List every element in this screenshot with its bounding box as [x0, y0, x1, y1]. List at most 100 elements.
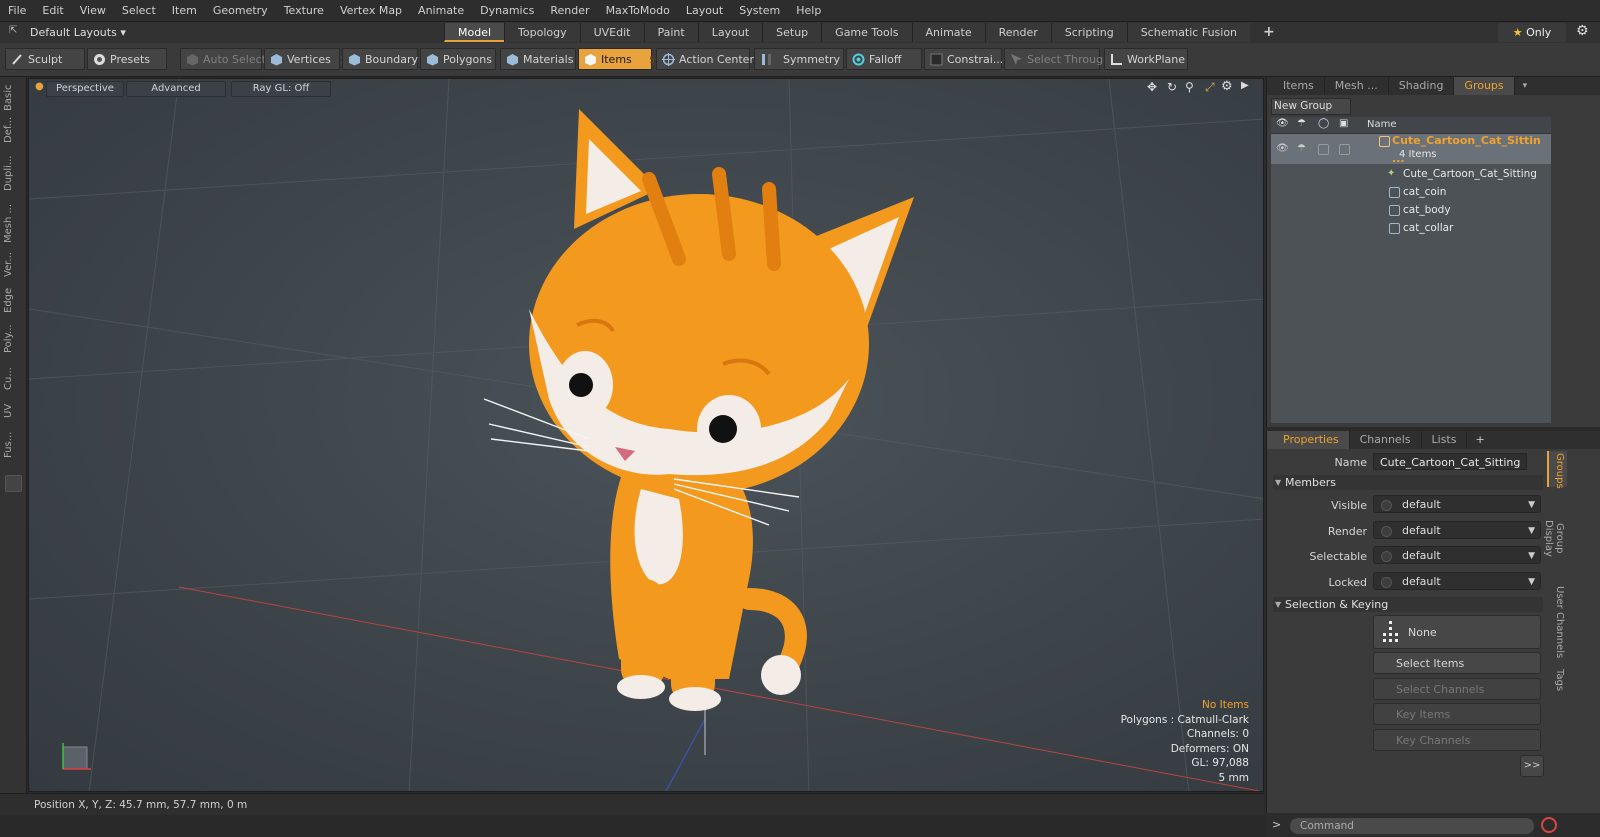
tab-vertex[interactable]: Ver...: [3, 249, 23, 281]
group-render-icon[interactable]: ☂: [1297, 140, 1306, 158]
members-section[interactable]: ▼ Members: [1273, 475, 1543, 490]
locked-dropdown[interactable]: default ▼: [1373, 572, 1541, 590]
side-tab-groups[interactable]: Groups: [1549, 453, 1565, 489]
gear-icon[interactable]: ⚙: [1576, 23, 1589, 39]
sculpt-button[interactable]: Sculpt: [5, 48, 85, 70]
tab-basic[interactable]: Basic: [3, 83, 23, 113]
constraints-button[interactable]: Constrai...: [924, 48, 1003, 70]
menu-render[interactable]: Render: [542, 0, 597, 21]
auto-select-button[interactable]: Auto Select: [180, 48, 266, 70]
tab-mesh-edit[interactable]: Mesh ...: [3, 201, 23, 245]
tab-animate[interactable]: Animate: [911, 23, 985, 42]
tab-scripting[interactable]: Scripting: [1050, 23, 1127, 42]
tab-mesh[interactable]: Mesh ...: [1325, 77, 1389, 95]
command-input[interactable]: Command: [1290, 818, 1534, 834]
group-row[interactable]: 👁 ☂ Cute_Cartoon_Cat_Sittin ... 4 Items: [1271, 134, 1551, 165]
key-channels-button[interactable]: Key Channels: [1373, 729, 1541, 751]
menu-select[interactable]: Select: [114, 0, 164, 21]
viewport-expand-icon[interactable]: ▶: [1241, 80, 1249, 91]
fit-view-icon[interactable]: ⤢: [1205, 80, 1215, 95]
render-column-icon[interactable]: ☂: [1297, 118, 1306, 129]
side-tab-group-display[interactable]: Group Display: [1543, 503, 1565, 573]
raygl-button[interactable]: Ray GL: Off: [231, 81, 331, 97]
tab-fusion[interactable]: Fus...: [3, 427, 23, 463]
group-visible-icon[interactable]: 👁: [1276, 140, 1289, 158]
workplane-button[interactable]: WorkPlane: [1104, 48, 1188, 70]
menu-system[interactable]: System: [731, 0, 788, 21]
symmetry-button[interactable]: Symmetry: [754, 48, 844, 70]
select-column-icon[interactable]: ◯: [1318, 118, 1329, 129]
tab-paint[interactable]: Paint: [643, 23, 698, 42]
record-icon[interactable]: [1541, 817, 1557, 833]
group-selectable-toggle[interactable]: [1318, 144, 1329, 155]
lock-column-icon[interactable]: ▣: [1339, 118, 1348, 129]
falloff-button[interactable]: Falloff: [846, 48, 922, 70]
menu-item[interactable]: Item: [164, 0, 205, 21]
expand-tools-button[interactable]: [5, 475, 22, 492]
selection-keying-section[interactable]: ▼ Selection & Keying: [1273, 597, 1543, 612]
tab-uv[interactable]: UV: [3, 399, 23, 423]
tab-render[interactable]: Render: [984, 23, 1051, 42]
add-tab-button[interactable]: +: [1250, 23, 1288, 42]
menu-maxtomodo[interactable]: MaxToModo: [598, 0, 678, 21]
menu-vertex-map[interactable]: Vertex Map: [332, 0, 410, 21]
advanced-shading-button[interactable]: Advanced: [126, 81, 226, 97]
side-tab-user-channels[interactable]: User Channels: [1549, 585, 1565, 659]
tab-setup[interactable]: Setup: [762, 23, 822, 42]
key-items-button[interactable]: Key Items: [1373, 703, 1541, 725]
layout-arrow-icon[interactable]: ⇱: [9, 25, 17, 36]
presets-button[interactable]: Presets: [87, 48, 167, 70]
tab-lists[interactable]: Lists: [1422, 431, 1468, 449]
tab-properties[interactable]: Properties: [1267, 431, 1350, 449]
menu-geometry[interactable]: Geometry: [205, 0, 276, 21]
tree-item[interactable]: cat_collar: [1271, 219, 1551, 237]
menu-dynamics[interactable]: Dynamics: [472, 0, 542, 21]
menu-view[interactable]: View: [72, 0, 114, 21]
vertices-button[interactable]: Vertices 1: [264, 48, 346, 70]
items-button[interactable]: Items 5: [578, 48, 655, 70]
group-name-field[interactable]: Cute_Cartoon_Cat_Sitting (2): [1373, 453, 1527, 486]
materials-button[interactable]: Materials: [500, 48, 576, 70]
more-button[interactable]: >>: [1520, 755, 1544, 777]
tab-schematic-fusion[interactable]: Schematic Fusion: [1126, 23, 1251, 42]
tree-item[interactable]: ✦ Cute_Cartoon_Cat_Sitting: [1271, 165, 1551, 183]
tab-curve[interactable]: Cu...: [3, 363, 23, 395]
menu-file[interactable]: File: [0, 0, 34, 21]
select-items-button[interactable]: Select Items: [1373, 652, 1541, 674]
zoom-view-icon[interactable]: ⚲: [1185, 80, 1194, 94]
menu-animate[interactable]: Animate: [410, 0, 472, 21]
add-panel-tab-button[interactable]: +: [1467, 431, 1484, 449]
action-center-button[interactable]: Action Center: [656, 48, 754, 70]
menu-help[interactable]: Help: [788, 0, 829, 21]
tab-duplicate[interactable]: Dupli...: [3, 149, 23, 197]
group-lock-toggle[interactable]: [1339, 144, 1350, 155]
tree-item[interactable]: cat_coin: [1271, 183, 1551, 201]
select-channels-button[interactable]: Select Channels: [1373, 678, 1541, 700]
boundary-button[interactable]: Boundary: [342, 48, 418, 70]
tab-deform[interactable]: Def...: [3, 115, 23, 145]
rotate-view-icon[interactable]: ↻: [1167, 80, 1177, 94]
only-button[interactable]: ★ Only: [1498, 23, 1566, 42]
select-through-button[interactable]: Select Through: [1004, 48, 1110, 70]
groups-tab-chevron-icon[interactable]: ▾: [1515, 77, 1528, 95]
3d-viewport[interactable]: ● Perspective Advanced Ray GL: Off ✥ ↻ ⚲…: [28, 78, 1264, 792]
tab-items[interactable]: Items: [1267, 77, 1325, 95]
tab-edge[interactable]: Edge: [3, 285, 23, 315]
tab-groups[interactable]: Groups: [1454, 77, 1515, 95]
perspective-button[interactable]: Perspective: [46, 81, 124, 97]
tab-uvedit[interactable]: UVEdit: [579, 23, 644, 42]
eye-column-icon[interactable]: 👁: [1276, 118, 1289, 129]
layout-dropdown[interactable]: Default Layouts ▾: [30, 22, 126, 43]
new-group-button[interactable]: New Group: [1271, 98, 1351, 115]
tab-game-tools[interactable]: Game Tools: [821, 23, 912, 42]
tab-model[interactable]: Model: [444, 23, 505, 42]
none-preset-button[interactable]: None: [1373, 615, 1541, 649]
menu-edit[interactable]: Edit: [34, 0, 71, 21]
polygons-button[interactable]: Polygons: [420, 48, 496, 70]
render-dropdown[interactable]: default ▼: [1373, 521, 1541, 539]
visible-dropdown[interactable]: default ▼: [1373, 495, 1541, 513]
menu-texture[interactable]: Texture: [276, 0, 332, 21]
tab-shading[interactable]: Shading: [1389, 77, 1455, 95]
cat-model[interactable]: [483, 109, 914, 711]
tab-polygon[interactable]: Poly...: [3, 319, 23, 359]
